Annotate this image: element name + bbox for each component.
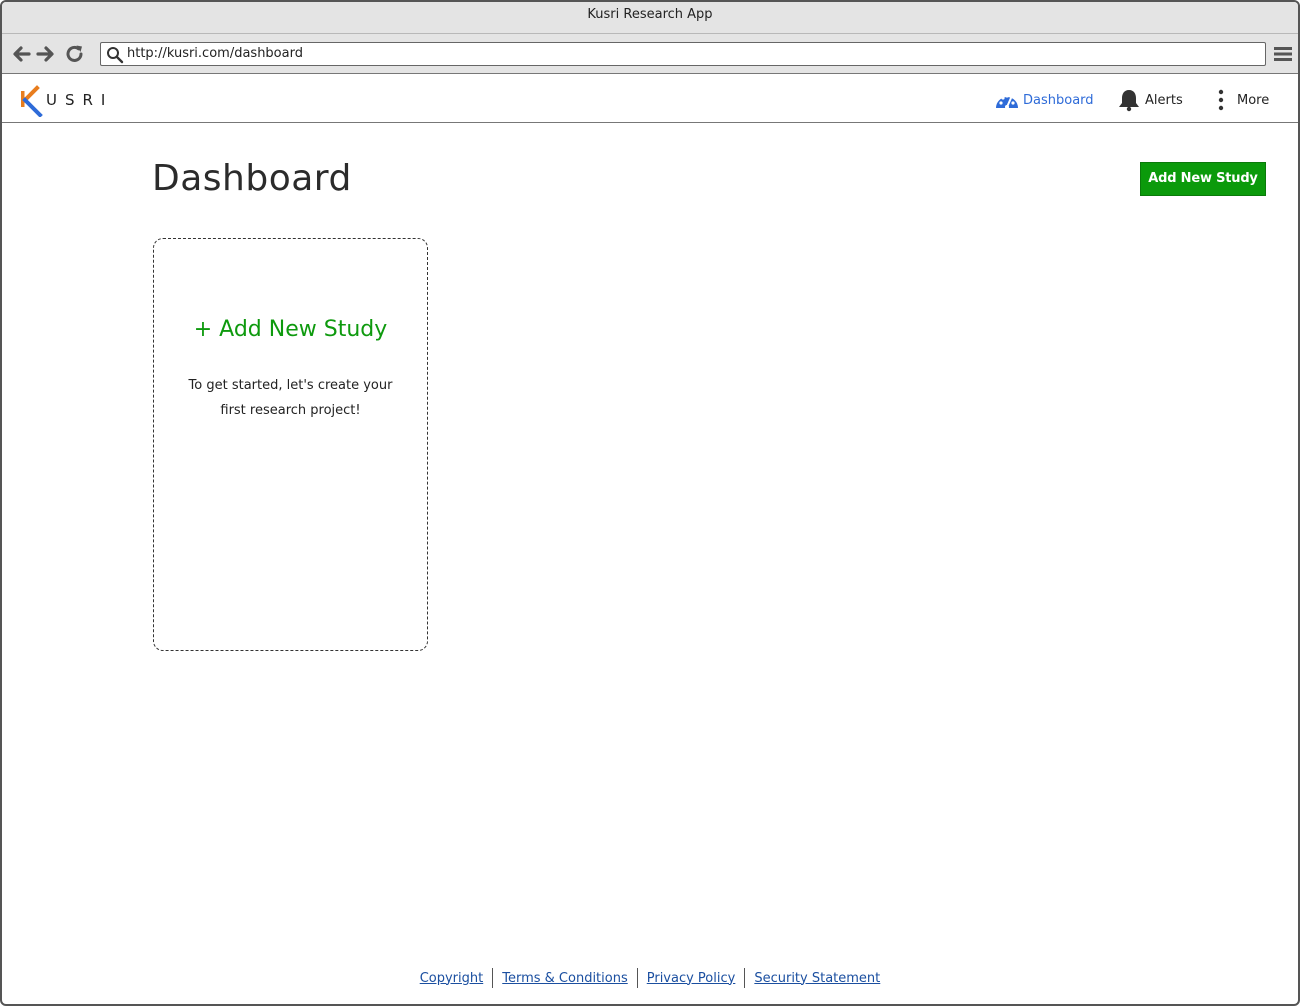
add-study-card-description: To get started, let's create your first … [188, 378, 393, 418]
browser-window: Kusri Research App USRI [0, 0, 1300, 1006]
footer-link-copyright[interactable]: Copyright [411, 971, 493, 986]
hamburger-menu-icon [1274, 47, 1292, 61]
footer-link-security[interactable]: Security Statement [745, 971, 889, 986]
window-titlebar: Kusri Research App [2, 2, 1298, 34]
arrow-left-icon [13, 46, 31, 62]
add-study-card[interactable]: + Add New Study To get started, let's cr… [153, 238, 428, 651]
bell-icon [1119, 90, 1139, 112]
url-input[interactable] [127, 43, 1247, 65]
footer-link-privacy[interactable]: Privacy Policy [638, 971, 745, 986]
logo-text: USRI [46, 91, 114, 109]
nav-alerts[interactable]: Alerts [1116, 87, 1183, 113]
vertical-dots-icon [1218, 89, 1224, 111]
browser-toolbar [2, 34, 1298, 74]
app-header: USRI Dashboard Alerts More [2, 75, 1298, 123]
search-icon [107, 47, 124, 64]
nav-dashboard[interactable]: Dashboard [994, 87, 1094, 113]
footer-links: Copyright Terms & Conditions Privacy Pol… [2, 968, 1298, 988]
nav-more-label: More [1237, 92, 1270, 108]
add-study-card-title[interactable]: + Add New Study [154, 317, 427, 342]
address-bar[interactable] [100, 42, 1266, 66]
page-title: Dashboard [152, 158, 352, 199]
speedometer-icon [996, 94, 1018, 109]
back-button[interactable] [10, 43, 32, 65]
footer-link-terms[interactable]: Terms & Conditions [493, 971, 637, 986]
browser-menu-button[interactable] [1272, 43, 1294, 65]
window-title: Kusri Research App [587, 7, 713, 22]
kusri-logo[interactable]: USRI [20, 83, 130, 117]
reload-icon [66, 45, 83, 62]
arrow-right-icon [36, 46, 54, 62]
nav-dashboard-label: Dashboard [1023, 92, 1094, 108]
forward-button[interactable] [35, 43, 57, 65]
add-new-study-button[interactable]: Add New Study [1140, 162, 1266, 196]
nav-more[interactable]: More [1208, 87, 1269, 113]
reload-button[interactable] [64, 43, 86, 65]
nav-alerts-label: Alerts [1145, 92, 1183, 108]
